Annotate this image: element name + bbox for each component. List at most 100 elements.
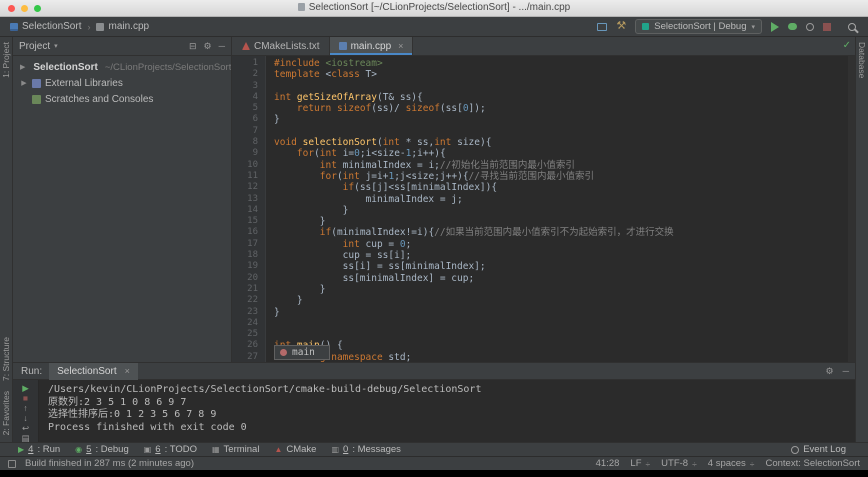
code-token: <iostream> bbox=[325, 58, 383, 69]
code-token: i= bbox=[342, 148, 355, 160]
libraries-icon bbox=[32, 78, 41, 88]
status-bar: Build finished in 287 ms (2 minutes ago)… bbox=[0, 456, 868, 470]
console-line[interactable]: /Users/kevin/CLionProjects/SelectionSort… bbox=[48, 384, 855, 397]
run-tab[interactable]: SelectionSort × bbox=[49, 362, 138, 380]
project-panel-title[interactable]: Project bbox=[19, 41, 50, 52]
run-panel-header: Run: SelectionSort × ⚙ ─ bbox=[13, 362, 855, 380]
code-token: minimalIndex = j; bbox=[274, 193, 463, 205]
code-line: } bbox=[274, 284, 855, 295]
project-tree-item-scratches-and-consoles[interactable]: Scratches and Consoles bbox=[13, 91, 231, 107]
toolwindow-mnemonic: 0 bbox=[343, 444, 349, 455]
close-tab-icon[interactable]: × bbox=[125, 366, 130, 376]
collapse-all-icon[interactable]: ⊟ bbox=[189, 41, 197, 52]
status-widget-utf-8[interactable]: UTF-8 bbox=[661, 458, 688, 469]
run-configuration-select[interactable]: SelectionSort | Debug ▾ bbox=[635, 19, 762, 34]
status-widget-4-spaces[interactable]: 4 spaces bbox=[708, 458, 746, 469]
soft-wrap-icon[interactable]: ↩ bbox=[22, 423, 29, 433]
line-number: 26 bbox=[247, 340, 258, 351]
code-token: int bbox=[342, 238, 366, 250]
breadcrumb-item-main-cpp[interactable]: main.cpp bbox=[94, 20, 151, 33]
status-widget-context-selectionsort[interactable]: Context: SelectionSort bbox=[765, 458, 860, 469]
screen-share-icon[interactable] bbox=[597, 22, 608, 31]
line-number: 21 bbox=[247, 283, 258, 294]
settings-gear-icon[interactable]: ⚙ bbox=[826, 366, 834, 377]
toolwindow-button-5-debug[interactable]: ◉ 5: Debug bbox=[75, 444, 129, 455]
hide-panel-icon[interactable]: ─ bbox=[219, 41, 225, 52]
toolwindow-button-terminal[interactable]: ▦ Terminal bbox=[212, 444, 259, 455]
search-everywhere-icon[interactable] bbox=[848, 22, 856, 31]
editor-tab-cmakelists-txt[interactable]: CMakeLists.txt bbox=[233, 37, 330, 55]
code-token: for bbox=[296, 148, 315, 160]
code-token: (minimalIndex!=i){ bbox=[331, 227, 435, 239]
code-area[interactable]: #include <iostream> template <class T> int… bbox=[266, 56, 855, 362]
code-line: if(minimalIndex!=i){//如果当前范围内最小值索引不为起始索引… bbox=[274, 227, 855, 238]
line-number: 13 bbox=[247, 193, 258, 204]
expand-arrow-icon[interactable]: ▶ bbox=[20, 63, 25, 71]
close-tab-icon[interactable]: × bbox=[398, 41, 403, 51]
line-number: 1 bbox=[252, 58, 258, 68]
status-message: Build finished in 287 ms (2 minutes ago) bbox=[25, 458, 194, 469]
status-widget-lf[interactable]: LF bbox=[630, 458, 641, 469]
event-log-button[interactable]: Event Log bbox=[791, 444, 846, 455]
hide-panel-icon[interactable]: ─ bbox=[843, 366, 849, 377]
line-number: 3 bbox=[252, 80, 258, 91]
down-stack-trace-icon[interactable]: ↓ bbox=[23, 413, 27, 423]
code-editor[interactable]: 1 2 3 4 5 6 7 8 9 10 11 12 13 14 15 16 17 18 19 20 21 22 23 24 2… bbox=[232, 56, 855, 362]
minimize-window-button[interactable] bbox=[21, 5, 28, 12]
stop-button[interactable] bbox=[823, 22, 831, 31]
expand-arrow-icon[interactable]: ▶ bbox=[20, 79, 28, 87]
code-line: ss[i] = ss[minimalIndex]; bbox=[274, 261, 855, 272]
project-tree-item-selectionsort[interactable]: ▶ SelectionSort ~/CLionProjects/SelectionS… bbox=[13, 59, 231, 75]
sidebar-tab-7-structure[interactable]: 7: Structure bbox=[1, 332, 11, 386]
code-token: } bbox=[274, 306, 280, 318]
code-token: for bbox=[319, 170, 337, 182]
console-line[interactable]: 原数列:2 3 5 1 0 8 6 9 7 bbox=[48, 397, 855, 410]
sidebar-tab-1-project[interactable]: 1: Project bbox=[1, 37, 11, 83]
code-token: ;j<size;j++){ bbox=[394, 170, 469, 182]
tool-window-switcher-icon[interactable] bbox=[8, 459, 16, 468]
console-output[interactable]: /Users/kevin/CLionProjects/SelectionSort… bbox=[39, 380, 855, 442]
project-panel-actions: ⊟ ⚙ ─ bbox=[189, 41, 225, 52]
code-token: } bbox=[274, 204, 349, 216]
toolwindow-label: : Messages bbox=[352, 444, 401, 455]
sidebar-tab-2-favorites[interactable]: 2: Favorites bbox=[1, 386, 11, 440]
line-number: 4 bbox=[252, 91, 258, 102]
run-tool-window: Run: SelectionSort × ⚙ ─ ▶ ■ ↑ ↓ ↩ ▤ /Users/k… bbox=[13, 362, 855, 443]
toolwindow-button-cmake[interactable]: ▲ CMake bbox=[274, 444, 316, 455]
code-token: ]); bbox=[468, 103, 486, 115]
code-token: cup = ss[i]; bbox=[274, 250, 412, 262]
up-stack-trace-icon[interactable]: ↑ bbox=[23, 403, 27, 413]
fullscreen-window-button[interactable] bbox=[34, 5, 41, 12]
editor-tab-main-cpp[interactable]: main.cpp × bbox=[329, 37, 414, 55]
debug-button[interactable] bbox=[788, 23, 797, 30]
clion-window: SelectionSort [~/CLionProjects/Selection… bbox=[0, 0, 868, 470]
toolwindow-button-4-run[interactable]: ▶ 4: Run bbox=[18, 444, 60, 455]
run-panel-label: Run: bbox=[21, 365, 43, 377]
rerun-icon[interactable]: ▶ bbox=[22, 383, 29, 393]
status-widget-41-28[interactable]: 41:28 bbox=[596, 458, 620, 469]
run-button[interactable] bbox=[771, 21, 779, 32]
console-line[interactable]: Process finished with exit code 0 bbox=[48, 422, 855, 435]
line-number: 25 bbox=[247, 329, 258, 340]
sidebar-tab-database[interactable]: Database bbox=[857, 37, 867, 83]
line-number: 23 bbox=[247, 306, 258, 317]
completion-popup[interactable]: main bbox=[274, 345, 330, 360]
completion-item-label: main bbox=[292, 347, 315, 358]
profiler-button[interactable] bbox=[806, 22, 814, 31]
build-hammer-icon[interactable]: ⚒ bbox=[616, 21, 626, 32]
console-line[interactable]: 选择性排序后:0 1 2 3 5 6 7 8 9 bbox=[48, 409, 855, 422]
stop-icon[interactable]: ■ bbox=[23, 393, 28, 403]
project-tree-item-external-libraries[interactable]: ▶ External Libraries bbox=[13, 75, 231, 91]
editor-scrollbar[interactable] bbox=[848, 56, 855, 362]
toolwindow-button-6-todo[interactable]: ▣ 6: TODO bbox=[144, 444, 197, 455]
breadcrumb-item-selectionsort[interactable]: SelectionSort bbox=[8, 20, 83, 33]
code-token: int bbox=[319, 159, 343, 171]
code-line: int cup = 0; bbox=[274, 239, 855, 250]
settings-gear-icon[interactable]: ⚙ bbox=[204, 41, 212, 52]
toolwindow-button-0-messages[interactable]: ▥ 0: Messages bbox=[331, 444, 400, 455]
close-window-button[interactable] bbox=[8, 5, 15, 12]
inspection-ok-icon[interactable]: ✓ bbox=[843, 40, 851, 51]
